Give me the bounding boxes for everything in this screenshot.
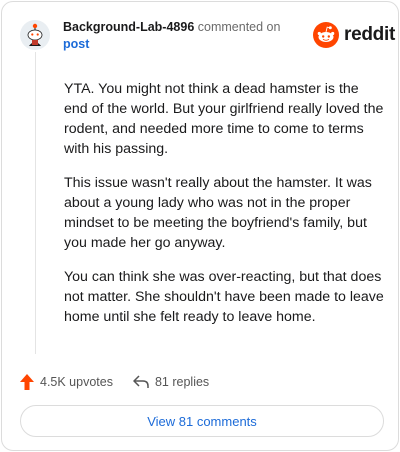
comment-paragraph-3: You can think she was over-reacting, but…	[64, 269, 384, 325]
comment-action-text: commented on	[197, 20, 281, 34]
comment-paragraph-2: This issue wasn't really about the hamst…	[64, 175, 372, 251]
upvote-arrow-icon	[20, 374, 34, 390]
reply-count: 81 replies	[154, 375, 210, 389]
reddit-snoo-icon	[313, 22, 339, 48]
reply-arrow-icon	[133, 375, 149, 388]
upvote-count: 4.5K upvotes	[40, 375, 113, 389]
reddit-wordmark: reddit	[344, 24, 395, 45]
comment-body: YTA. You might not think a dead hamster …	[64, 79, 384, 341]
comment-header: Background-Lab-4896 commented on post	[63, 19, 298, 53]
comment-paragraph-1: YTA. You might not think a dead hamster …	[64, 81, 384, 157]
post-link[interactable]: post	[63, 36, 298, 53]
comment-footer: 4.5K upvotes 81 replies	[20, 372, 209, 392]
reddit-logo[interactable]: reddit	[313, 22, 395, 48]
username-link[interactable]: Background-Lab-4896	[63, 20, 194, 34]
comment-card: Background-Lab-4896 commented on post re…	[1, 1, 399, 451]
upvote-button[interactable]: 4.5K upvotes	[20, 374, 113, 390]
user-avatar[interactable]	[20, 20, 50, 50]
reply-button[interactable]: 81 replies	[133, 375, 209, 389]
view-comments-button[interactable]: View 81 comments	[20, 405, 384, 437]
thread-line	[35, 52, 36, 354]
